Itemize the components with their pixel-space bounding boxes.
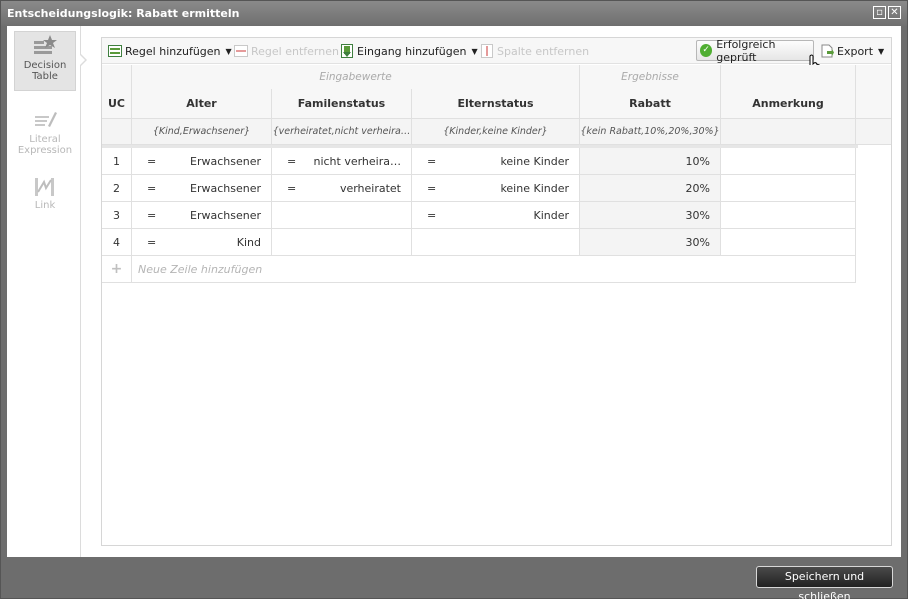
column-header-alter[interactable]: Alter [132, 89, 272, 119]
add-rule-button[interactable]: Regel hinzufügen ▼ [108, 43, 232, 59]
cell-elternstatus-operator[interactable]: = [412, 148, 452, 175]
window-title: Entscheidungslogik: Rabatt ermitteln [7, 7, 240, 20]
validation-label: Erfolgreich geprüft [716, 37, 776, 64]
column-header-anmerkung[interactable]: Anmerkung [721, 89, 856, 119]
chevron-down-icon[interactable]: ▼ [226, 47, 232, 56]
sidebar-label: Literal [29, 134, 61, 145]
output-group-header: Ergebnisse [580, 65, 721, 89]
sidebar-item-link[interactable]: Link [14, 172, 76, 232]
type-familienstatus[interactable]: {verheiratet,nicht verheira… [272, 119, 412, 145]
header-spacer [856, 65, 891, 89]
add-input-button[interactable]: Eingang hinzufügen ▼ [340, 43, 478, 59]
type-alter[interactable]: {Kind,Erwachsener} [132, 119, 272, 145]
column-header-rabatt[interactable]: Rabatt [580, 89, 721, 119]
type-spacer [102, 119, 132, 145]
column-header-elternstatus[interactable]: Elternstatus [412, 89, 580, 119]
column-header-familienstatus[interactable]: Familenstatus [272, 89, 412, 119]
cell-familienstatus[interactable]: nicht verheira… [312, 148, 412, 175]
sidebar-item-literal-expression[interactable]: Literal Expression [14, 106, 76, 166]
chevron-down-icon[interactable]: ▼ [471, 47, 477, 56]
save-and-close-button[interactable]: Speichern und schließen [756, 566, 893, 599]
cell-alter-operator[interactable]: = [132, 175, 172, 202]
header-spacer [102, 65, 132, 89]
type-elternstatus[interactable]: {Kinder,keine Kinder} [412, 119, 580, 145]
cell-familienstatus-operator[interactable]: = [272, 175, 312, 202]
cell-alter-operator[interactable]: = [132, 229, 172, 256]
cell-anmerkung[interactable] [721, 229, 856, 256]
remove-rule-button: Regel entfernen [234, 43, 339, 59]
add-input-label: Eingang hinzufügen [357, 44, 467, 58]
add-row-button[interactable]: Neue Zeile hinzufügen [132, 256, 856, 283]
add-rule-icon [108, 45, 122, 57]
column-header-uc: UC [102, 89, 132, 119]
restore-icon[interactable]: ▫ [873, 6, 886, 19]
rule-number: 3 [102, 202, 132, 229]
literal-expression-icon [35, 112, 57, 127]
check-icon: ✓ [700, 44, 713, 57]
sidebar-label: Link [34, 200, 56, 211]
sidebar-item-decision-table[interactable]: Decision Table [14, 31, 76, 91]
add-input-icon [341, 44, 353, 58]
sidebar-label: Table [32, 71, 58, 82]
cell-alter[interactable]: Kind [172, 229, 272, 256]
decision-table-icon [34, 35, 57, 54]
cell-elternstatus-operator[interactable] [412, 229, 452, 256]
remove-column-label: Spalte entfernen [497, 44, 590, 58]
cell-elternstatus[interactable]: Kinder [452, 202, 580, 229]
validation-status-button[interactable]: ✓ Erfolgreich geprüft [696, 37, 814, 64]
header-spacer [721, 65, 856, 89]
mode-sidebar: Decision Table Literal Expression Link [7, 26, 81, 557]
sidebar-pointer [80, 54, 87, 66]
cell-elternstatus-operator[interactable]: = [412, 202, 452, 229]
add-row-plus-icon[interactable]: + [102, 256, 132, 283]
cell-rabatt[interactable]: 10% [580, 148, 721, 175]
cell-alter[interactable]: Erwachsener [172, 148, 272, 175]
rule-number: 1 [102, 148, 132, 175]
title-bar: Entscheidungslogik: Rabatt ermitteln ▫ ✕ [1, 1, 907, 26]
cell-familienstatus-operator[interactable] [272, 229, 312, 256]
chevron-down-icon[interactable]: ▼ [878, 47, 884, 56]
cell-elternstatus-operator[interactable]: = [412, 175, 452, 202]
remove-rule-label: Regel entfernen [251, 44, 339, 58]
cell-alter[interactable]: Erwachsener [172, 175, 272, 202]
type-spacer [856, 119, 891, 145]
input-group-header: Eingabewerte [132, 65, 580, 89]
cell-familienstatus[interactable] [312, 202, 412, 229]
cell-anmerkung[interactable] [721, 148, 856, 175]
cell-alter-operator[interactable]: = [132, 148, 172, 175]
cell-elternstatus[interactable]: keine Kinder [452, 175, 580, 202]
rule-number: 2 [102, 175, 132, 202]
type-rabatt[interactable]: {kein Rabatt,10%,20%,30%} [580, 119, 721, 145]
close-icon[interactable]: ✕ [888, 6, 901, 19]
remove-column-icon [481, 44, 493, 58]
cell-anmerkung[interactable] [721, 202, 856, 229]
link-icon [35, 178, 54, 196]
cell-alter-operator[interactable]: = [132, 202, 172, 229]
decision-table-panel: Regel hinzufügen ▼ Regel entfernen Einga… [101, 37, 892, 546]
export-button[interactable]: Export ▼ [820, 43, 884, 59]
sidebar-label: Decision [23, 60, 67, 71]
remove-column-button: Spalte entfernen [480, 43, 589, 59]
cell-rabatt[interactable]: 30% [580, 229, 721, 256]
type-anmerkung[interactable] [721, 119, 856, 145]
cell-familienstatus[interactable] [312, 229, 412, 256]
header-spacer [856, 89, 891, 119]
cell-elternstatus[interactable] [452, 229, 580, 256]
cell-alter[interactable]: Erwachsener [172, 202, 272, 229]
export-label: Export [837, 44, 874, 58]
cell-familienstatus-operator[interactable] [272, 202, 312, 229]
add-rule-label: Regel hinzufügen [125, 44, 221, 58]
remove-rule-icon [234, 45, 248, 57]
cell-familienstatus-operator[interactable]: = [272, 148, 312, 175]
cell-rabatt[interactable]: 30% [580, 202, 721, 229]
sidebar-label: Expression [17, 145, 73, 156]
cell-anmerkung[interactable] [721, 175, 856, 202]
cell-rabatt[interactable]: 20% [580, 175, 721, 202]
cell-elternstatus[interactable]: keine Kinder [452, 148, 580, 175]
toolbar: Regel hinzufügen ▼ Regel entfernen Einga… [102, 37, 891, 78]
rule-number: 4 [102, 229, 132, 256]
dialog-content: Decision Table Literal Expression Link R… [7, 26, 901, 557]
cell-familienstatus[interactable]: verheiratet [312, 175, 412, 202]
dialog-window: Entscheidungslogik: Rabatt ermitteln ▫ ✕… [0, 0, 908, 599]
